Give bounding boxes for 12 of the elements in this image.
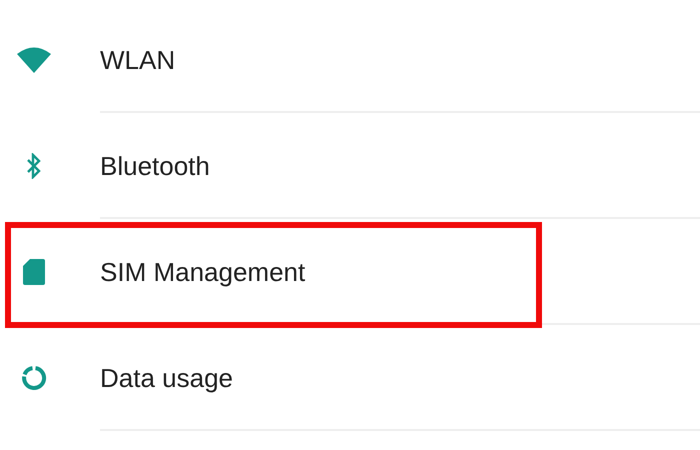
setting-label: Bluetooth <box>100 150 210 182</box>
sim-card-icon <box>23 259 45 285</box>
bluetooth-icon <box>27 153 41 179</box>
setting-label: WLAN <box>100 44 176 76</box>
setting-label: SIM Management <box>100 256 306 288</box>
settings-item[interactable]: Data usage <box>0 325 700 431</box>
settings-item[interactable]: WLAN <box>0 7 700 113</box>
wifi-icon <box>17 47 51 73</box>
data-usage-icon <box>21 365 47 391</box>
settings-item[interactable]: Bluetooth <box>0 113 700 219</box>
setting-label: Data usage <box>100 362 233 394</box>
settings-item[interactable]: SIM Management <box>0 219 700 325</box>
